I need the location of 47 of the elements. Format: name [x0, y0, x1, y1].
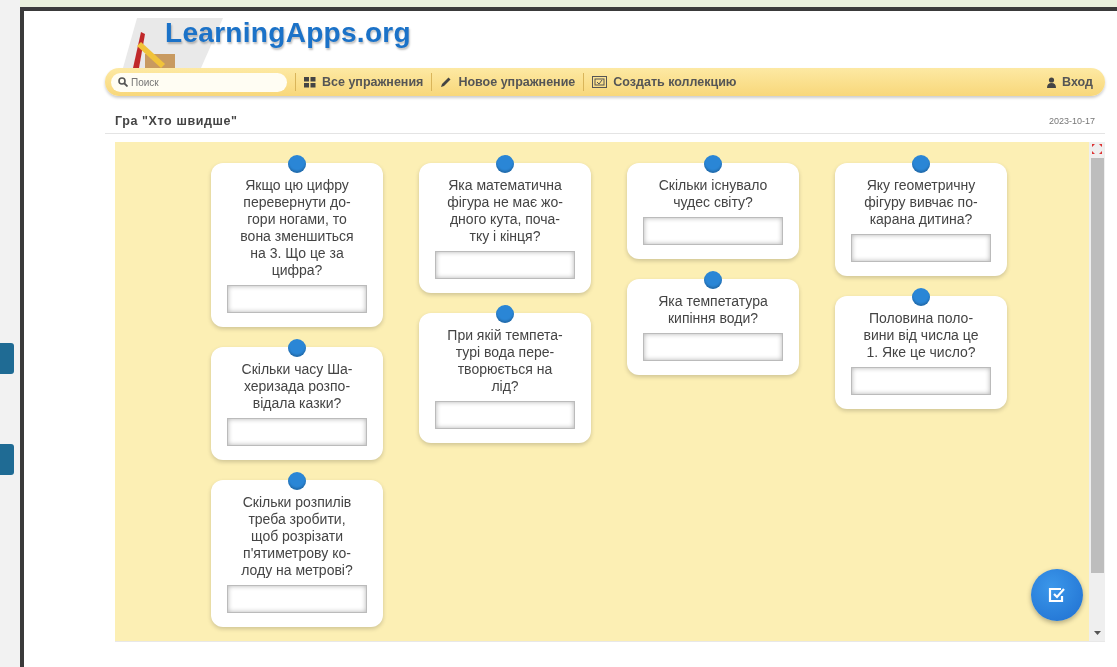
- grid-icon: [304, 76, 316, 88]
- sidebar-block: [0, 343, 14, 374]
- login-link[interactable]: Вход: [1047, 75, 1093, 89]
- search-field[interactable]: Поиск: [111, 72, 287, 92]
- site-logo[interactable]: LearningApps.org: [165, 17, 411, 49]
- pin-handle[interactable]: [912, 288, 930, 306]
- question-text: Половина поло- вини від числа це 1. Яке це число?: [863, 310, 979, 361]
- nav-link[interactable]: Все упражнения: [304, 75, 424, 89]
- answer-field[interactable]: [227, 418, 367, 446]
- answer-field[interactable]: [227, 585, 367, 613]
- check-button[interactable]: [1031, 569, 1083, 621]
- answer-field[interactable]: [227, 285, 367, 313]
- answer-field[interactable]: [851, 234, 991, 262]
- pin-handle[interactable]: [288, 339, 306, 357]
- question-text: При якій темпета- турі вода пере- творюється на лід?: [447, 327, 563, 395]
- answer-field[interactable]: [851, 367, 991, 395]
- pencil-icon: [440, 76, 453, 88]
- answer-field[interactable]: [643, 217, 783, 245]
- pin-handle[interactable]: [496, 305, 514, 323]
- sidebar-block: [0, 444, 14, 475]
- pin-handle[interactable]: [496, 155, 514, 173]
- question-text: Яка математична фігура не має жо- дного кута, поча- тку і кінця?: [447, 177, 563, 245]
- collection-icon: [592, 76, 608, 88]
- answer-field[interactable]: [643, 333, 783, 361]
- question-text: Скільки розпилів треба зробити, щоб розрізати п'ятиметрову ко- лоду на метрові?: [241, 494, 353, 579]
- pin-handle[interactable]: [704, 271, 722, 289]
- fullscreen-icon[interactable]: [1092, 144, 1102, 154]
- nav-link[interactable]: Новое упражнение: [440, 75, 576, 89]
- app-date: 2023-10-17: [1048, 116, 1095, 126]
- question-text: Якщо цю цифру перевернути до- гори ногами, то вона зменшиться на 3. Що це за цифра?: [240, 177, 354, 279]
- pin-handle[interactable]: [912, 155, 930, 173]
- question-text: Яка темпетатура кипіння води?: [658, 293, 768, 327]
- scroll-down-icon[interactable]: [1093, 631, 1101, 635]
- pin-handle[interactable]: [288, 472, 306, 490]
- checkbox-icon: [1048, 587, 1066, 603]
- question-text: Скільки часу Ша- херизада розпо- відала казки?: [241, 361, 353, 412]
- question-text: Скільки існувало чудес світу?: [658, 177, 768, 211]
- scrollbar[interactable]: [1089, 142, 1105, 641]
- answer-field[interactable]: [435, 401, 575, 429]
- app-title: Гра "Хто швидше": [115, 114, 238, 128]
- search-icon: [118, 77, 128, 87]
- user-icon: [1047, 76, 1057, 88]
- question-text: Яку геометричну фігуру вивчає по- карана дитина?: [864, 177, 978, 228]
- pin-handle[interactable]: [704, 155, 722, 173]
- nav-link[interactable]: Создать коллекцию: [592, 75, 737, 89]
- answer-field[interactable]: [435, 251, 575, 279]
- pin-handle[interactable]: [288, 155, 306, 173]
